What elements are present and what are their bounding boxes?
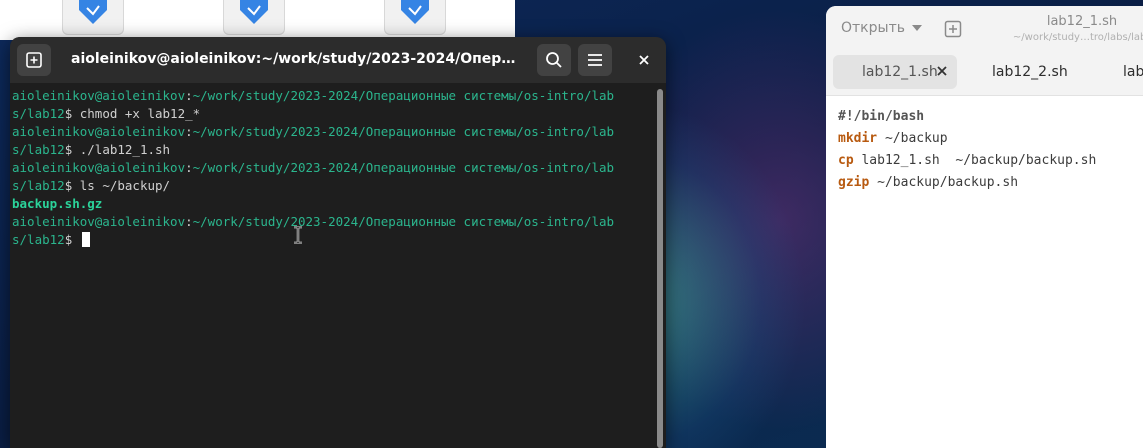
prompt-user: aioleinikov@aioleinikov [12,160,186,175]
terminal-line: s/lab12$ chmod +x lab12_* [12,105,652,123]
chevron-down-icon [911,25,922,31]
document-icon [79,0,107,24]
prompt-separator: : [185,124,193,139]
code-text: ~/backup/backup.sh [869,175,1019,190]
prompt-path: ~/work/study/2023-2024/Операционные сист… [192,160,615,175]
command-text: $ ls ~/backup/ [64,178,171,193]
terminal-title: aioleinikov@aioleinikov:~/work/study/202… [71,51,521,67]
code-line: mkdir ~/backup [838,128,1096,150]
file-item[interactable] [384,0,446,35]
hamburger-menu-icon [588,54,602,66]
terminal-line: aioleinikov@aioleinikov:~/work/study/202… [12,213,652,231]
prompt-path: s/lab12 [12,178,65,193]
code-line: #!/bin/bash [838,106,1096,128]
terminal-output[interactable]: aioleinikov@aioleinikov:~/work/study/202… [12,87,652,448]
command-text: $ chmod +x lab12_* [64,106,201,121]
terminal-scrollbar[interactable] [657,89,663,448]
code-text: ~/backup [877,131,948,146]
document-icon [240,0,268,24]
prompt-separator: : [185,88,193,103]
editor-tab-bar: lab12_1.sh lab12_2.sh lab [826,51,1143,96]
code-keyword: mkdir [838,131,878,146]
ibeam-cursor-icon [294,226,302,244]
code-keyword: cp [838,153,854,168]
open-button-label: Открыть [841,20,905,36]
terminal-line: s/lab12$ ls ~/backup/ [12,177,652,195]
prompt-path: s/lab12 [12,106,65,121]
tab-label: lab [1123,64,1143,80]
editor-header: Открыть lab12_1.sh ~/work/study…tro/labs… [826,6,1143,51]
code-shebang: #!/bin/bash [838,109,925,124]
terminal-line: aioleinikov@aioleinikov:~/work/study/202… [12,87,652,105]
editor-title: lab12_1.sh [1046,14,1118,29]
terminal-header: aioleinikov@aioleinikov:~/work/study/202… [10,37,666,83]
code-line: cp lab12_1.sh ~/backup/backup.sh [838,150,1096,172]
terminal-line: s/lab12$ [12,231,652,249]
tab-lab[interactable]: lab [1123,55,1143,89]
terminal-line: backup.sh.gz [12,195,652,213]
terminal-window[interactable]: aioleinikov@aioleinikov:~/work/study/202… [10,37,666,448]
plus-square-icon[interactable] [944,20,962,38]
command-text: $ ./lab12_1.sh [64,142,171,157]
prompt-separator: : [185,214,193,229]
output-filename: backup.sh.gz [12,196,103,211]
tab-label: lab12_1.sh [862,64,938,80]
prompt-path: ~/work/study/2023-2024/Операционные сист… [192,88,615,103]
code-text: lab12_1.sh ~/backup/backup.sh [853,153,1097,168]
tab-lab12-2[interactable]: lab12_2.sh [992,55,1068,89]
file-item[interactable] [62,0,124,35]
search-button[interactable] [537,44,571,76]
menu-button[interactable] [578,44,612,76]
terminal-line: s/lab12$ ./lab12_1.sh [12,141,652,159]
terminal-line: aioleinikov@aioleinikov:~/work/study/202… [12,159,652,177]
text-editor-window[interactable]: Открыть lab12_1.sh ~/work/study…tro/labs… [826,6,1143,448]
prompt-user: aioleinikov@aioleinikov [12,88,186,103]
file-manager-window [0,0,515,40]
prompt-path: s/lab12 [12,232,65,247]
prompt-path: ~/work/study/2023-2024/Операционные сист… [192,124,615,139]
document-icon [401,0,429,24]
prompt-user: aioleinikov@aioleinikov [12,214,186,229]
prompt-user: aioleinikov@aioleinikov [12,124,186,139]
file-item[interactable] [223,0,285,35]
close-button[interactable] [627,44,661,76]
code-line: gzip ~/backup/backup.sh [838,172,1096,194]
search-icon [546,52,562,68]
open-button[interactable]: Открыть [841,20,923,36]
prompt-separator: : [185,160,193,175]
command-text: $ [64,232,80,247]
prompt-path: ~/work/study/2023-2024/Операционные сист… [192,214,615,229]
tab-label: lab12_2.sh [992,64,1068,80]
code-editor[interactable]: #!/bin/bash mkdir ~/backup cp lab12_1.sh… [838,106,1096,194]
close-icon[interactable] [935,64,949,78]
plus-square-icon [26,52,42,68]
terminal-line: aioleinikov@aioleinikov:~/work/study/202… [12,123,652,141]
text-cursor [81,232,90,247]
close-icon [639,55,649,65]
prompt-path: s/lab12 [12,142,65,157]
code-keyword: gzip [838,175,870,190]
new-tab-button[interactable] [17,44,51,76]
tab-lab12-1[interactable]: lab12_1.sh [833,55,957,89]
editor-subtitle: ~/work/study…tro/labs/lab12 [1012,32,1143,43]
